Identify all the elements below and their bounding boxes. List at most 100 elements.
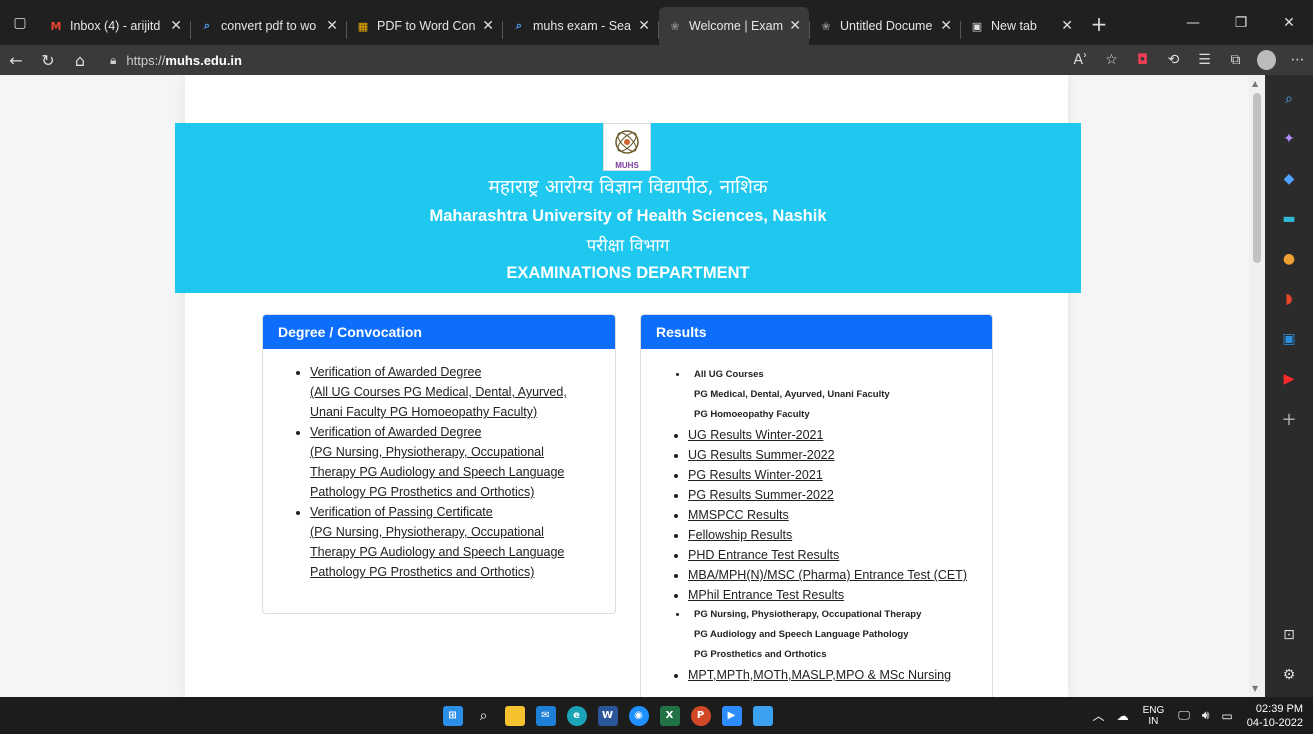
more-menu-icon[interactable]: ⋯ xyxy=(1282,45,1313,75)
tab-1[interactable]: ⌕ convert pdf to wo ✕ xyxy=(191,7,346,45)
read-aloud-icon[interactable]: A͏ʾ xyxy=(1065,45,1096,75)
desktop-app-icon[interactable] xyxy=(747,697,778,734)
volume-icon[interactable]: 🔊︎ xyxy=(1202,708,1210,723)
shopping-tag-icon[interactable]: ◆ xyxy=(1277,167,1301,191)
muhs-logo[interactable]: MUHS xyxy=(603,123,651,171)
results-list-item[interactable]: UG Results Winter-2021 xyxy=(688,425,992,445)
degree-link-detail[interactable]: (PG Nursing, Physiotherapy, Occupational xyxy=(310,522,615,542)
minimize-icon[interactable]: — xyxy=(1169,0,1217,45)
results-link[interactable]: UG Results Summer-2022 xyxy=(688,448,835,462)
degree-link-detail[interactable]: (PG Nursing, Physiotherapy, Occupational xyxy=(310,442,615,462)
results-link[interactable]: PG Results Winter-2021 xyxy=(688,468,823,482)
results-list-item[interactable]: UG Results Summer-2022 xyxy=(688,445,992,465)
extensions-icon[interactable]: ⟲ xyxy=(1158,45,1189,75)
results-list-item[interactable]: MMSPCC Results xyxy=(688,505,992,525)
close-tab-icon[interactable]: ✕ xyxy=(170,18,182,34)
clock[interactable]: 02:39 PM 04-10-2022 xyxy=(1247,702,1303,730)
mail-icon[interactable]: ✉ xyxy=(530,697,561,734)
tab-0[interactable]: M Inbox (4) - arijitd ✕ xyxy=(40,7,190,45)
sidebar-settings-icon[interactable]: ⚙ xyxy=(1277,663,1301,687)
tab-actions-icon[interactable]: ▢ xyxy=(0,0,40,45)
results-link[interactable]: Fellowship Results xyxy=(688,528,792,542)
new-tab-button[interactable]: + xyxy=(1081,12,1117,45)
restore-icon[interactable]: ❐ xyxy=(1217,0,1265,45)
degree-list-item[interactable]: Verification of Awarded Degree (All UG Co… xyxy=(310,362,615,422)
results-list-item[interactable]: PG Results Summer-2022 xyxy=(688,485,992,505)
page-scrollbar[interactable]: ▲ ▼ xyxy=(1249,75,1265,697)
pocket-icon[interactable]: ◘ xyxy=(1127,45,1158,75)
close-tab-icon[interactable]: ✕ xyxy=(638,18,650,34)
degree-link[interactable]: Verification of Awarded Degree xyxy=(310,365,481,379)
favorites-list-icon[interactable]: ☰ xyxy=(1189,45,1220,75)
favorite-star-icon[interactable]: ☆ xyxy=(1096,45,1127,75)
scroll-up-icon[interactable]: ▲ xyxy=(1252,79,1258,88)
powerpoint-icon[interactable]: P xyxy=(685,697,716,734)
tab-2[interactable]: ▦ PDF to Word Con ✕ xyxy=(347,7,502,45)
outlook-icon[interactable]: ▣ xyxy=(1277,327,1301,351)
language-indicator[interactable]: ENG IN xyxy=(1143,705,1165,727)
results-link[interactable]: UG Results Winter-2021 xyxy=(688,428,823,442)
close-tab-icon[interactable]: ✕ xyxy=(326,18,338,34)
network-icon[interactable]: 🖵︎ xyxy=(1178,708,1190,723)
results-list-item[interactable]: PG Results Winter-2021 xyxy=(688,465,992,485)
games-icon[interactable]: ● xyxy=(1277,247,1301,271)
youtube-icon[interactable]: ▶ xyxy=(1277,367,1301,391)
results-link[interactable]: PHD Entrance Test Results xyxy=(688,548,839,562)
tab-4[interactable]: ❀ Welcome | Exam ✕ xyxy=(659,7,809,45)
degree-link[interactable]: Verification of Passing Certificate xyxy=(310,505,493,519)
word-icon[interactable]: W xyxy=(592,697,623,734)
battery-icon[interactable]: ▭ xyxy=(1221,709,1232,723)
discover-icon[interactable]: ✦ xyxy=(1277,127,1301,151)
office-icon[interactable]: ◗ xyxy=(1277,287,1301,311)
close-tab-icon[interactable]: ✕ xyxy=(789,18,801,34)
home-icon[interactable]: ⌂ xyxy=(64,45,96,75)
scrollbar-thumb[interactable] xyxy=(1253,93,1261,263)
degree-link-detail[interactable]: Therapy PG Audiology and Speech Language xyxy=(310,462,615,482)
degree-link-detail[interactable]: Unani Faculty PG Homoeopathy Faculty) xyxy=(310,402,615,422)
degree-list-item[interactable]: Verification of Passing Certificate (PG N… xyxy=(310,502,615,582)
file-explorer-icon[interactable] xyxy=(499,697,530,734)
url-field[interactable]: 🔒︎ https://muhs.edu.in xyxy=(110,53,242,68)
safari-compass-icon[interactable]: ◉ xyxy=(623,697,654,734)
tab-6[interactable]: ▣ New tab ✕ xyxy=(961,7,1081,45)
profile-avatar[interactable] xyxy=(1251,45,1282,75)
collections-icon[interactable]: ⧉ xyxy=(1220,45,1251,75)
degree-link-detail[interactable]: Pathology PG Prosthetics and Orthotics) xyxy=(310,562,615,582)
results-list-item[interactable]: Fellowship Results xyxy=(688,525,992,545)
results-group-heading: All UG Courses PG Medical, Dental, Ayurve… xyxy=(688,365,992,425)
degree-link[interactable]: Verification of Awarded Degree xyxy=(310,425,481,439)
results-list-item[interactable]: MBA/MPH(N)/MSC (Pharma) Entrance Test (C… xyxy=(688,565,992,585)
results-list-item[interactable]: PHD Entrance Test Results xyxy=(688,545,992,565)
scroll-down-icon[interactable]: ▼ xyxy=(1252,684,1258,693)
tab-3[interactable]: ⌕ muhs exam - Sea ✕ xyxy=(503,7,658,45)
results-link[interactable]: PG Results Summer-2022 xyxy=(688,488,834,502)
tools-icon[interactable]: ▬ xyxy=(1277,207,1301,231)
results-link[interactable]: MBA/MPH(N)/MSC (Pharma) Entrance Test (C… xyxy=(688,568,967,582)
sidebar-layout-icon[interactable]: ⊡ xyxy=(1277,623,1301,647)
start-icon[interactable]: ⊞ xyxy=(437,697,468,734)
close-tab-icon[interactable]: ✕ xyxy=(940,18,952,34)
back-icon[interactable]: ← xyxy=(0,45,32,75)
results-link[interactable]: MMSPCC Results xyxy=(688,508,789,522)
results-list-item[interactable]: MPhil Entrance Test Results xyxy=(688,585,992,605)
degree-link-detail[interactable]: Pathology PG Prosthetics and Orthotics) xyxy=(310,482,615,502)
taskbar-search-icon[interactable]: ⌕ xyxy=(468,697,499,734)
close-tab-icon[interactable]: ✕ xyxy=(482,18,494,34)
refresh-icon[interactable]: ↻ xyxy=(32,45,64,75)
excel-icon[interactable]: X xyxy=(654,697,685,734)
edge-browser-icon[interactable]: e xyxy=(561,697,592,734)
results-link[interactable]: MPhil Entrance Test Results xyxy=(688,588,844,602)
degree-link-detail[interactable]: (All UG Courses PG Medical, Dental, Ayur… xyxy=(310,382,615,402)
degree-link-detail[interactable]: Therapy PG Audiology and Speech Language xyxy=(310,542,615,562)
degree-list-item[interactable]: Verification of Awarded Degree (PG Nursin… xyxy=(310,422,615,502)
tab-5[interactable]: ❀ Untitled Docume ✕ xyxy=(810,7,960,45)
results-link[interactable]: MPT,MPTh,MOTh,MASLP,MPO & MSc Nursing xyxy=(688,668,951,682)
add-sidebar-item-icon[interactable]: + xyxy=(1277,407,1301,431)
onedrive-cloud-icon[interactable]: ☁ xyxy=(1117,709,1129,723)
zoom-icon[interactable]: ▶ xyxy=(716,697,747,734)
search-icon[interactable]: ⌕ xyxy=(1277,87,1301,111)
results-list-item[interactable]: MPT,MPTh,MOTh,MASLP,MPO & MSc Nursing xyxy=(688,665,992,685)
close-window-icon[interactable]: ✕ xyxy=(1265,0,1313,45)
close-tab-icon[interactable]: ✕ xyxy=(1061,18,1073,34)
tray-chevron-icon[interactable]: ︿ xyxy=(1093,707,1105,724)
